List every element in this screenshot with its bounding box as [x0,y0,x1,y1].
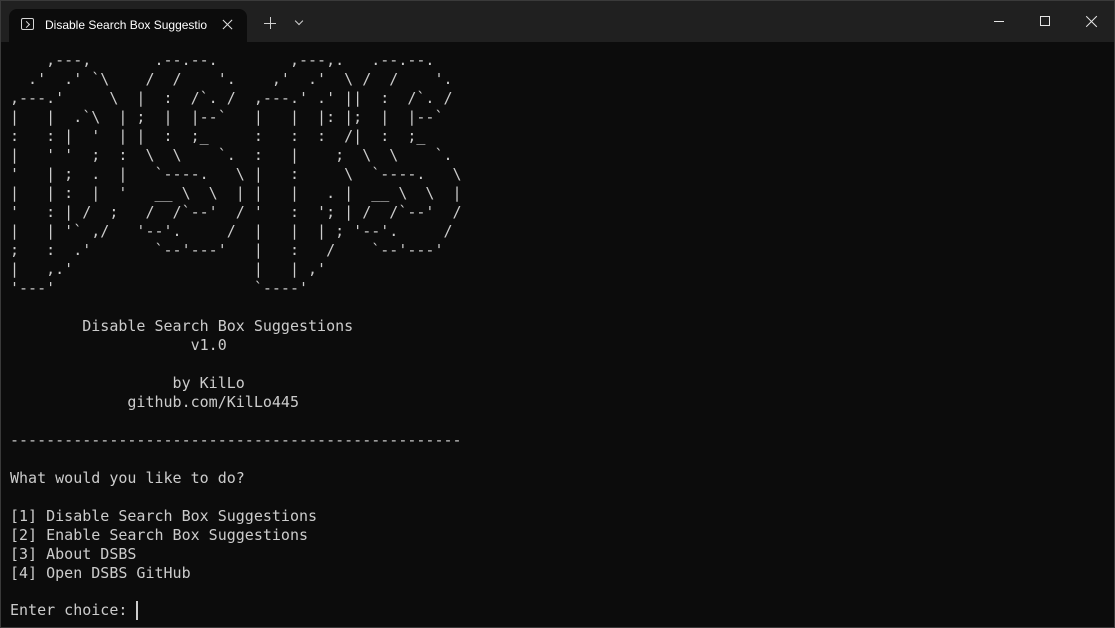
app-title-line: Disable Search Box Suggestions [10,317,354,335]
new-tab-icon[interactable] [261,15,279,33]
input-prompt[interactable]: Enter choice: [10,601,138,620]
close-window-button[interactable] [1068,1,1114,42]
title-bar: Disable Search Box Suggestio [1,1,1114,42]
close-tab-icon[interactable] [219,16,237,34]
maximize-button[interactable] [1022,1,1068,42]
menu-option: [4] Open DSBS GitHub [10,564,191,582]
menu-option: [2] Enable Search Box Suggestions [10,526,309,544]
prompt-label: Enter choice: [10,601,137,619]
terminal-icon [21,18,34,30]
separator-line: ----------------------------------------… [10,431,462,449]
terminal-window: Disable Search Box Suggestio ,---, .--.-… [0,0,1115,628]
menu-option: [3] About DSBS [10,545,137,563]
ascii-art-logo: ,---, .--.--. ,---,. .--.--. .' .' `\ / … [10,51,462,297]
terminal-output[interactable]: ,---, .--.--. ,---,. .--.--. .' .' `\ / … [10,51,1100,621]
version-line: v1.0 [10,336,227,354]
text-cursor [136,601,138,620]
tab-title: Disable Search Box Suggestio [45,18,208,32]
author-line: by KilLo [10,374,245,392]
menu-option: [1] Disable Search Box Suggestions [10,507,318,525]
question-line: What would you like to do? [10,469,245,487]
tab-active[interactable]: Disable Search Box Suggestio [9,9,247,42]
chevron-down-icon[interactable] [292,15,308,31]
minimize-button[interactable] [976,1,1022,42]
github-line: github.com/KilLo445 [10,393,299,411]
